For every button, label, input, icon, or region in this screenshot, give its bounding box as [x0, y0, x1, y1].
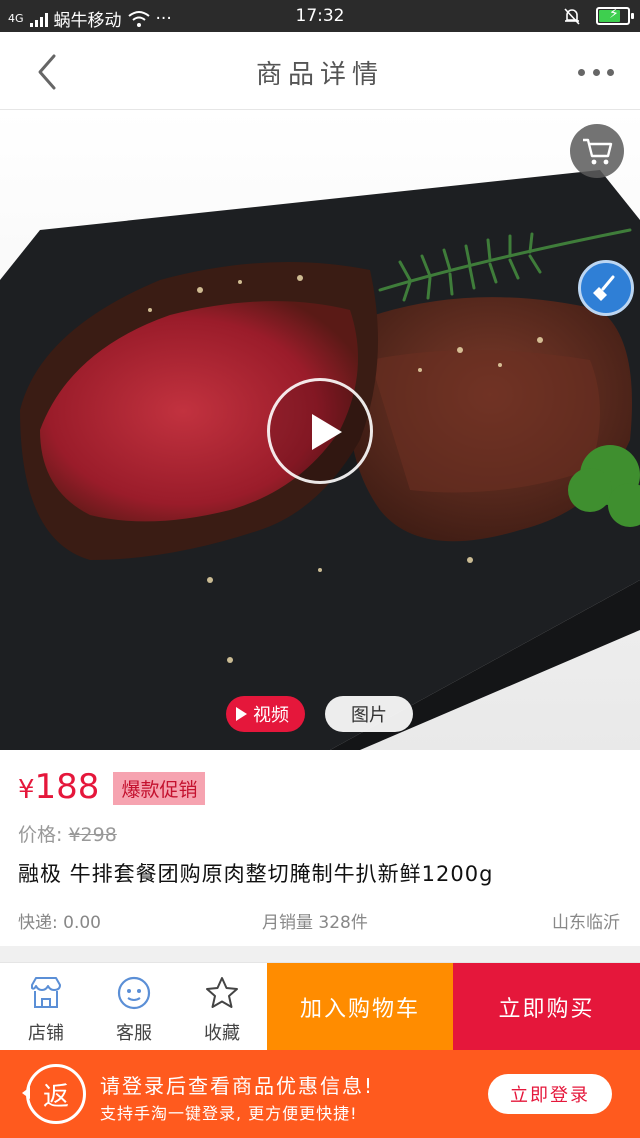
price-row: ¥188 爆款促销 [18, 768, 206, 809]
price-symbol: ¥ [18, 775, 35, 805]
play-icon [236, 707, 247, 721]
bottom-action-bar: 店铺 客服 收藏 加入购物车 立即购买 [0, 962, 640, 1051]
promo-badge: 爆款促销 [113, 772, 206, 805]
login-banner-subtext: 支持手淘一键登录, 更方便更快捷! [100, 1104, 358, 1123]
monthly-sales: 月销量 328件 [262, 913, 368, 933]
original-price: ¥298 [68, 824, 117, 846]
clock: 17:32 [295, 6, 345, 26]
page-title: 商品详情 [255, 60, 384, 90]
section-divider [0, 946, 640, 962]
sale-price: ¥188 [18, 768, 99, 809]
tab-photo-label: 图片 [351, 705, 387, 726]
nav-header: 商品详情 [0, 32, 640, 110]
status-bar: 4G 蜗牛移动 ··· 17:32 ⚡ [0, 0, 640, 32]
store-label: 店铺 [28, 1023, 64, 1044]
price-value: 188 [34, 767, 100, 807]
store-icon [31, 977, 61, 1008]
more-dots-icon[interactable] [578, 54, 614, 90]
bell-muted-icon [564, 8, 580, 25]
media-tabs: 视频 图片 [226, 696, 413, 732]
store-button[interactable]: 店铺 [2, 963, 90, 1051]
customer-service-label: 客服 [116, 1023, 152, 1044]
cart-fab[interactable] [570, 124, 624, 178]
return-badge-icon: 返 [22, 1064, 86, 1124]
original-price-label: 价格: [18, 824, 63, 846]
product-title: 融极 牛排套餐团购原肉整切腌制牛扒新鲜1200g [18, 862, 494, 886]
cart-icon [583, 138, 613, 165]
login-banner-headline: 请登录后查看商品优惠信息! [100, 1074, 375, 1098]
login-now-button[interactable]: 立即登录 [488, 1074, 612, 1114]
login-banner: 返 请登录后查看商品优惠信息! 支持手淘一键登录, 更方便更快捷! 立即登录 [0, 1050, 640, 1138]
add-to-cart-button[interactable]: 加入购物车 [267, 963, 453, 1051]
star-icon [206, 977, 238, 1008]
favorite-label: 收藏 [204, 1023, 240, 1044]
tab-video[interactable]: 视频 [226, 696, 305, 732]
original-price-row: 价格: ¥298 [18, 820, 117, 847]
broom-icon [593, 275, 615, 301]
battery-icon: ⚡ [596, 6, 634, 25]
shipping-fee: 快递: 0.00 [18, 913, 101, 933]
tab-video-label: 视频 [253, 705, 289, 726]
customer-service-button[interactable]: 客服 [90, 963, 178, 1051]
product-media[interactable]: 视频 图片 [0, 110, 640, 750]
chat-face-icon [117, 976, 151, 1010]
broom-fab[interactable] [578, 260, 634, 316]
play-video-button[interactable] [267, 378, 373, 484]
buy-now-button[interactable]: 立即购买 [453, 963, 640, 1051]
product-info: ¥188 爆款促销 价格: ¥298 融极 牛排套餐团购原肉整切腌制牛扒新鲜12… [0, 750, 640, 946]
favorite-button[interactable]: 收藏 [178, 963, 266, 1051]
ship-location: 山东临沂 [552, 913, 620, 933]
tab-photo[interactable]: 图片 [325, 696, 413, 732]
